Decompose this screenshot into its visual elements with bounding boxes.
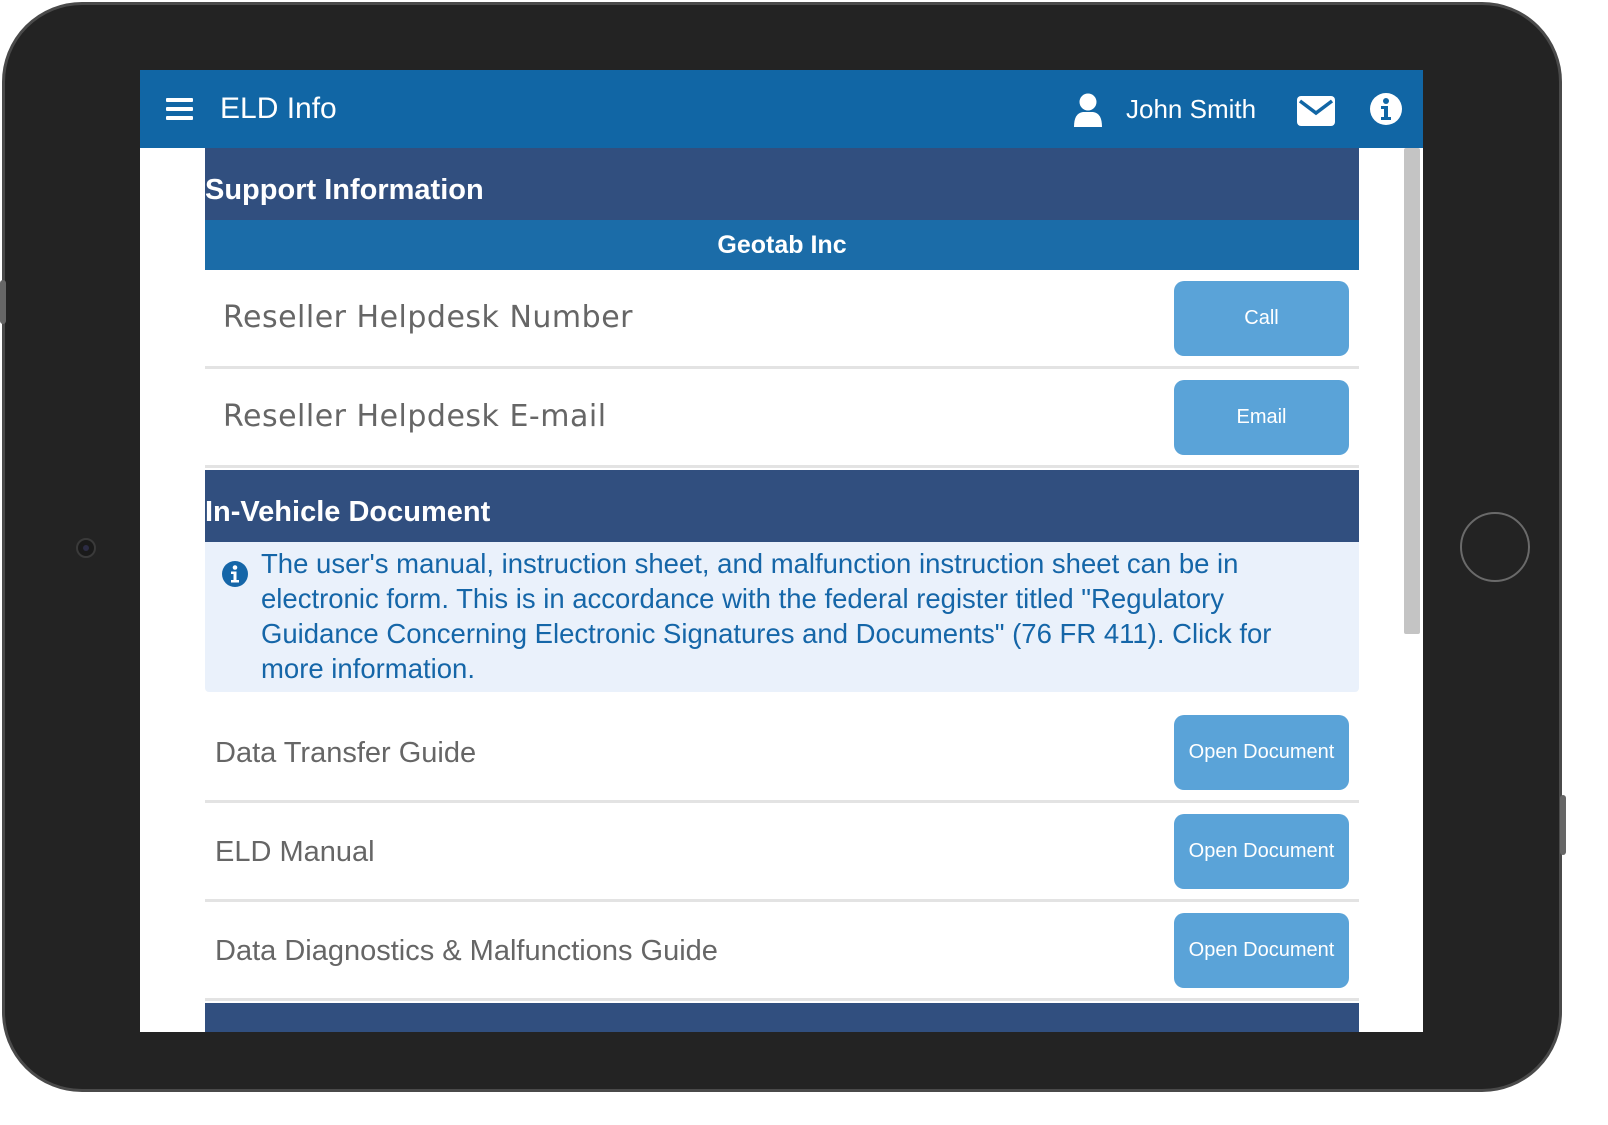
scrollbar[interactable] xyxy=(1404,148,1420,634)
info-icon[interactable] xyxy=(1369,92,1403,126)
company-subheader: Geotab Inc xyxy=(205,220,1359,270)
call-button[interactable]: Call xyxy=(1174,281,1349,356)
helpdesk-email-label: Reseller Helpdesk E-mail xyxy=(223,399,607,434)
email-button[interactable]: Email xyxy=(1174,380,1349,455)
doc-label: Data Diagnostics & Malfunctions Guide xyxy=(215,935,718,967)
content-panel: Support Information Geotab Inc Reseller … xyxy=(205,148,1359,1032)
helpdesk-number-row: Reseller Helpdesk Number Call xyxy=(205,270,1359,369)
in-vehicle-notice-text: The user's manual, instruction sheet, an… xyxy=(261,548,1272,684)
section-header-next xyxy=(205,1003,1359,1032)
doc-row-data-transfer: Data Transfer Guide Open Document xyxy=(205,704,1359,803)
doc-row-eld-manual: ELD Manual Open Document xyxy=(205,803,1359,902)
info-circle-icon xyxy=(222,561,248,587)
open-document-button[interactable]: Open Document xyxy=(1174,814,1349,889)
tablet-side-button xyxy=(0,280,6,324)
user-icon[interactable] xyxy=(1072,92,1104,128)
app-screen: ELD Info John Smith Support Information … xyxy=(140,70,1423,1032)
open-document-button[interactable]: Open Document xyxy=(1174,715,1349,790)
doc-label: Data Transfer Guide xyxy=(215,737,477,769)
open-document-button[interactable]: Open Document xyxy=(1174,913,1349,988)
helpdesk-number-label: Reseller Helpdesk Number xyxy=(223,300,633,335)
mail-icon[interactable] xyxy=(1297,96,1335,126)
in-vehicle-notice[interactable]: The user's manual, instruction sheet, an… xyxy=(205,542,1359,692)
top-bar: ELD Info John Smith xyxy=(140,70,1423,148)
helpdesk-email-row: Reseller Helpdesk E-mail Email xyxy=(205,369,1359,468)
user-name[interactable]: John Smith xyxy=(1126,94,1256,125)
tablet-side-button xyxy=(1560,795,1566,855)
section-header-in-vehicle: In-Vehicle Document xyxy=(205,470,1359,542)
doc-row-diagnostics: Data Diagnostics & Malfunctions Guide Op… xyxy=(205,902,1359,1001)
doc-label: ELD Manual xyxy=(215,836,375,868)
section-header-support: Support Information xyxy=(205,148,1359,220)
menu-icon[interactable] xyxy=(166,98,193,120)
tablet-camera xyxy=(76,538,96,558)
page-title: ELD Info xyxy=(220,92,337,125)
tablet-home-button xyxy=(1460,512,1530,582)
